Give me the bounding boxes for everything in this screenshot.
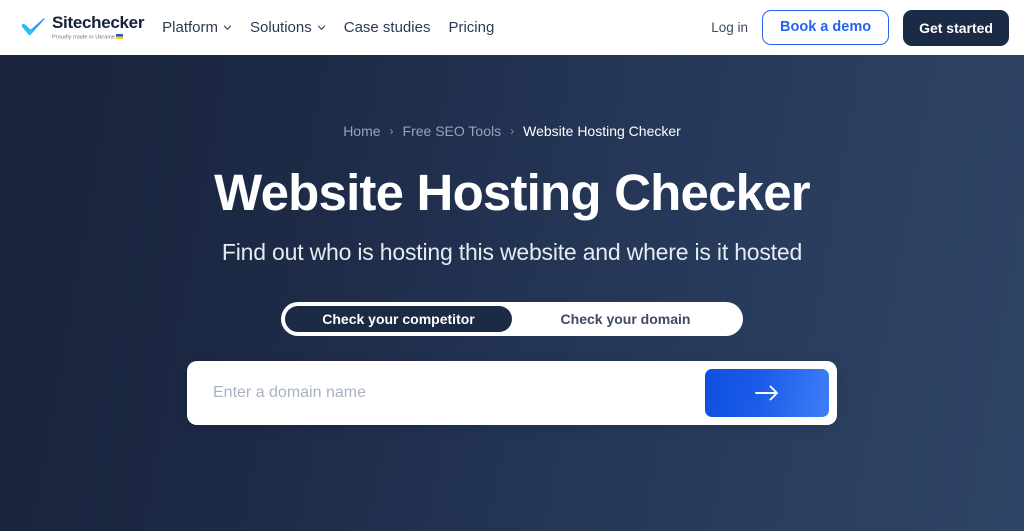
breadcrumb-separator-icon: ›	[510, 124, 515, 138]
chevron-down-icon	[317, 25, 325, 30]
ukraine-flag-icon	[116, 33, 124, 39]
logo-tagline: Proudly made in Ukraine	[52, 33, 144, 41]
logo-name: Sitechecker	[52, 13, 145, 33]
site-header: Sitechecker Proudly made in Ukraine Plat…	[0, 0, 1024, 55]
tab-check-your-competitor[interactable]: Check your competitor	[285, 306, 512, 333]
check-icon	[21, 17, 45, 35]
domain-search-box	[187, 361, 837, 426]
nav-item-label: Case studies	[343, 19, 431, 36]
hero-section: Home › Free SEO Tools › Website Hosting …	[0, 55, 1024, 531]
domain-search-submit-button[interactable]	[705, 369, 829, 418]
nav-item-label: Pricing	[448, 19, 495, 36]
breadcrumb: Home › Free SEO Tools › Website Hosting …	[343, 123, 681, 139]
breadcrumb-item-home[interactable]: Home	[343, 123, 380, 139]
nav-item-platform[interactable]: Platform	[162, 19, 232, 36]
header-actions: Log in Book a demo Get started	[711, 9, 1009, 46]
domain-search-input[interactable]	[187, 361, 705, 426]
login-link[interactable]: Log in	[711, 20, 748, 35]
mode-toggle: Check your competitor Check your domain	[281, 302, 743, 337]
nav-item-label: Platform	[162, 19, 219, 36]
nav-item-solutions[interactable]: Solutions	[250, 19, 326, 36]
nav-item-pricing[interactable]: Pricing	[448, 19, 494, 36]
tab-check-your-domain[interactable]: Check your domain	[512, 306, 739, 332]
breadcrumb-current: Website Hosting Checker	[523, 123, 681, 139]
breadcrumb-separator-icon: ›	[389, 124, 394, 138]
breadcrumb-item-free-seo-tools[interactable]: Free SEO Tools	[403, 123, 502, 139]
book-demo-button[interactable]: Book a demo	[762, 10, 890, 45]
get-started-button[interactable]: Get started	[903, 9, 1009, 46]
logo[interactable]: Sitechecker Proudly made in Ukraine	[20, 14, 144, 41]
nav-item-label: Solutions	[250, 19, 312, 36]
nav-item-case-studies[interactable]: Case studies	[344, 19, 431, 36]
main-nav: Platform Solutions Case studies Pricing	[162, 0, 494, 55]
chevron-down-icon	[223, 25, 232, 30]
arrow-right-icon	[755, 385, 778, 401]
page-subtitle: Find out who is hosting this website and…	[221, 239, 803, 266]
page-title: Website Hosting Checker	[214, 164, 810, 221]
